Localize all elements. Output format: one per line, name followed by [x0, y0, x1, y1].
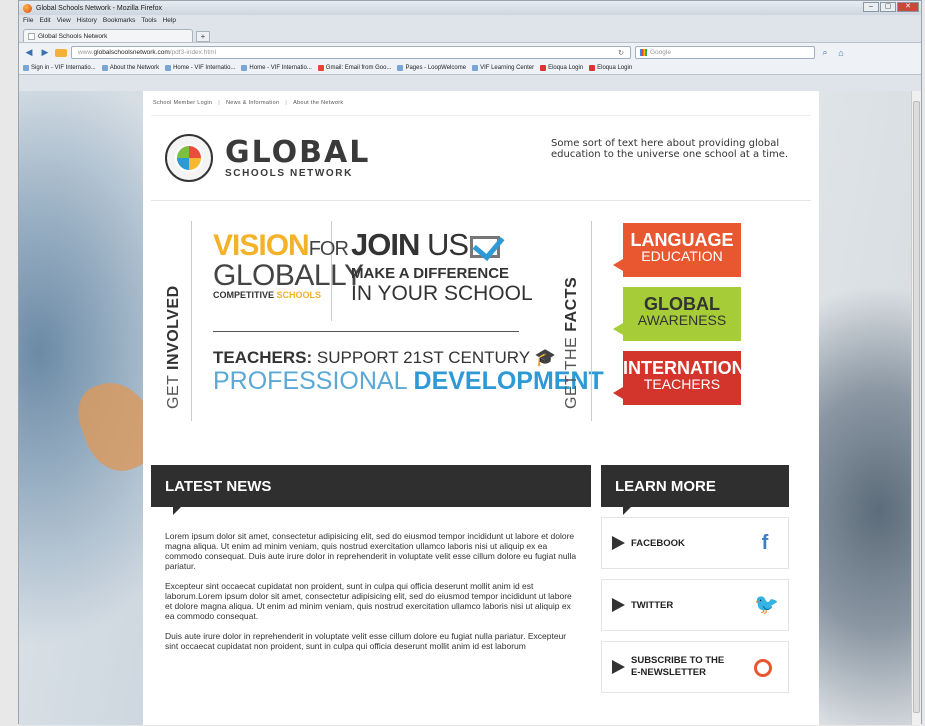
nav-about[interactable]: About the Network: [293, 100, 343, 106]
facebook-link[interactable]: FACEBOOK f: [601, 517, 789, 569]
bookmark-item[interactable]: Home - VIF Internatio...: [165, 65, 235, 71]
bookmark-item[interactable]: Eloqua Login: [540, 65, 583, 71]
language-education-tile[interactable]: LANGUAGE EDUCATION: [613, 223, 741, 277]
vertical-scrollbar[interactable]: [911, 91, 921, 725]
bookmark-item[interactable]: Pages - LoopWelcome: [397, 65, 466, 71]
nav-news[interactable]: News & Information: [226, 100, 279, 106]
bookmark-item[interactable]: VIF Learning Center: [472, 65, 534, 71]
window-title: Global Schools Network - Mozilla Firefox: [36, 4, 163, 12]
home-icon[interactable]: ⌂: [835, 48, 847, 58]
arrow-right-icon: [612, 598, 625, 612]
search-placeholder: Google: [650, 49, 671, 56]
checkmark-icon: [470, 235, 501, 258]
firefox-icon: [23, 3, 32, 13]
teachers-banner[interactable]: TEACHERS: SUPPORT 21ST CENTURY 🎓 PROFESS…: [213, 349, 604, 394]
latest-news-heading: LATEST NEWS: [151, 465, 591, 515]
site-header: GLOBAL SCHOOLS NETWORK Some sort of text…: [151, 115, 811, 201]
google-icon: [640, 49, 647, 56]
divider: [591, 221, 592, 421]
maximize-button[interactable]: ▢: [880, 2, 896, 12]
learn-more-section: LEARN MORE FACEBOOK f TWITTER 🐦 SUBSCRIB…: [601, 465, 789, 693]
globe-logo-icon[interactable]: [165, 134, 213, 182]
site-logo[interactable]: GLOBAL SCHOOLS NETWORK: [225, 137, 370, 179]
site-tagline: Some sort of text here about providing g…: [551, 138, 789, 160]
latest-news-section: LATEST NEWS Lorem ipsum dolor sit amet, …: [151, 465, 591, 725]
forward-icon[interactable]: ▶: [39, 47, 51, 58]
learn-more-heading: LEARN MORE: [601, 465, 789, 515]
bookmarks-toolbar: Sign in - VIF Internatio... About the Ne…: [19, 62, 921, 75]
newsletter-icon: o: [754, 659, 772, 677]
search-icon[interactable]: ⌕: [819, 47, 831, 58]
vision-banner[interactable]: VISIONFOR GLOBALLY COMPETITIVE SCHOOLS: [213, 231, 364, 300]
bookmark-item[interactable]: About the Network: [101, 65, 159, 71]
get-involved-label: GET INVOLVED: [165, 285, 182, 409]
news-paragraph: Lorem ipsum dolor sit amet, consectetur …: [165, 531, 577, 571]
mortarboard-icon: 🎓: [534, 348, 556, 367]
title-bar: Global Schools Network - Mozilla Firefox…: [19, 1, 921, 15]
international-teachers-tile[interactable]: INTERNATIONAL TEACHERS: [613, 351, 769, 405]
divider: [213, 331, 519, 332]
url-bar[interactable]: www.globalschoolsnetwork.com/pdf3-index.…: [71, 46, 631, 59]
scrollbar-thumb[interactable]: [913, 101, 920, 713]
tab-bar: Global Schools Network +: [19, 26, 921, 42]
join-us-banner[interactable]: JOIN US MAKE A DIFFERENCE IN YOUR SCHOOL: [351, 229, 533, 304]
back-icon[interactable]: ◀: [23, 47, 35, 58]
nav-member-login[interactable]: School Member Login: [153, 100, 212, 106]
newsletter-link[interactable]: SUBSCRIBE TO THEE-NEWSLETTER o: [601, 641, 789, 693]
bookmark-item[interactable]: Home - VIF Internatio...: [241, 65, 312, 71]
news-paragraph: Duis aute irure dolor in reprehenderit i…: [165, 631, 567, 651]
news-paragraph: Excepteur sint occaecat cupidatat non pr…: [165, 581, 572, 621]
menu-edit[interactable]: Edit: [39, 17, 50, 24]
site-identity-icon[interactable]: [55, 48, 67, 57]
page-favicon-icon: [28, 32, 35, 40]
arrow-right-icon: [612, 660, 625, 674]
menu-help[interactable]: Help: [163, 17, 176, 24]
browser-window: Global Schools Network - Mozilla Firefox…: [18, 0, 922, 725]
close-button[interactable]: ✕: [897, 2, 919, 12]
page-viewport: School Member Login | News & Information…: [19, 91, 913, 725]
url-text: www.globalschoolsnetwork.com/pdf3-index.…: [78, 49, 217, 56]
twitter-link[interactable]: TWITTER 🐦: [601, 579, 789, 631]
tab-global-schools[interactable]: Global Schools Network: [23, 29, 193, 42]
menu-tools[interactable]: Tools: [141, 17, 156, 24]
menu-bar: File Edit View History Bookmarks Tools H…: [19, 15, 921, 26]
bookmark-item[interactable]: Sign in - VIF Internatio...: [23, 65, 96, 71]
navigation-toolbar: ◀ ▶ www.globalschoolsnetwork.com/pdf3-in…: [19, 42, 921, 62]
facebook-icon: f: [761, 532, 769, 554]
twitter-icon: 🐦: [754, 594, 779, 616]
menu-history[interactable]: History: [77, 17, 97, 24]
menu-bookmarks[interactable]: Bookmarks: [103, 17, 136, 24]
tab-label: Global Schools Network: [38, 32, 108, 40]
get-the-facts-label: GET THE FACTS: [563, 276, 580, 409]
new-tab-button[interactable]: +: [196, 31, 210, 42]
menu-file[interactable]: File: [23, 17, 33, 24]
minimize-button[interactable]: –: [863, 2, 879, 12]
window-controls: – ▢ ✕: [863, 2, 919, 12]
bookmark-item[interactable]: Eloqua Login: [589, 65, 632, 71]
menu-view[interactable]: View: [57, 17, 71, 24]
arrow-right-icon: [612, 536, 625, 550]
web-page: School Member Login | News & Information…: [143, 91, 819, 725]
search-bar[interactable]: Google: [635, 46, 815, 59]
divider: [191, 221, 192, 421]
reload-icon[interactable]: ↻: [618, 49, 624, 57]
global-awareness-tile[interactable]: GLOBAL AWARENESS: [613, 287, 741, 341]
bookmark-item[interactable]: Gmail: Email from Goo...: [317, 65, 391, 71]
top-navigation: School Member Login | News & Information…: [153, 100, 344, 106]
hero-section: GET INVOLVED VISIONFOR GLOBALLY COMPETIT…: [143, 201, 819, 441]
